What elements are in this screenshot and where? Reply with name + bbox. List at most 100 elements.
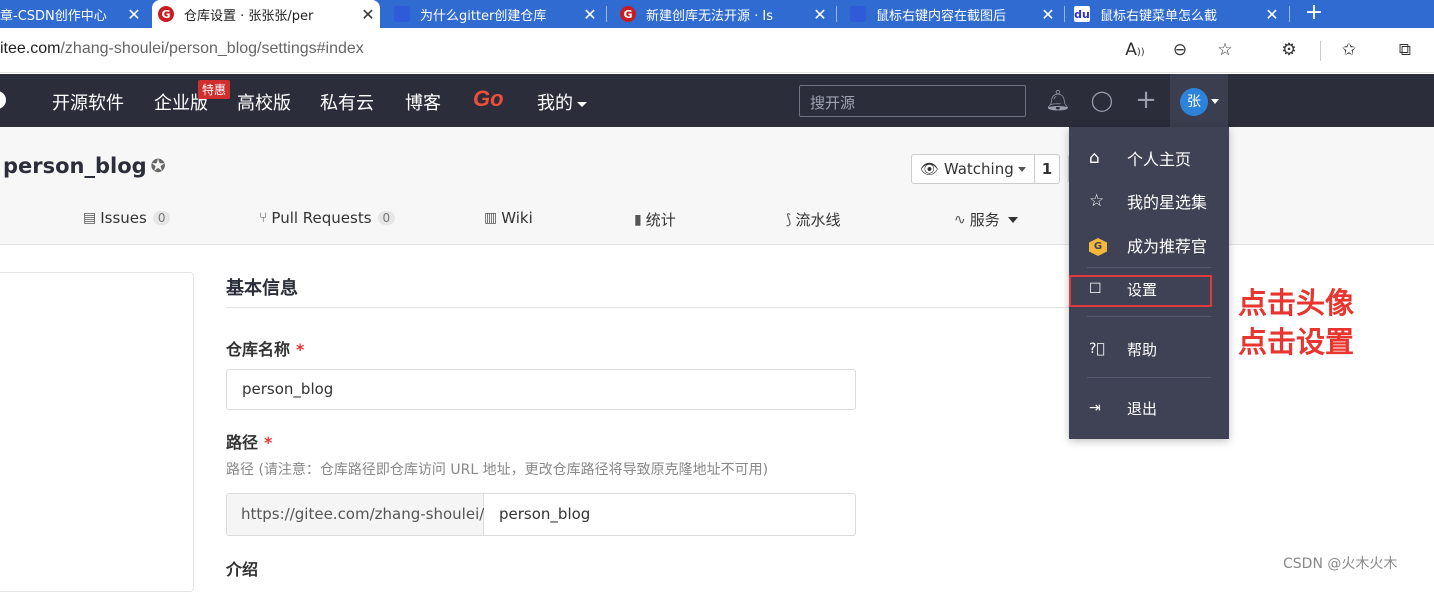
lightbulb-icon[interactable]: ◯ <box>1089 87 1115 113</box>
tab-pull-requests[interactable]: ⑂ Pull Requests 0 <box>259 209 396 227</box>
gitee-logo[interactable] <box>0 91 6 109</box>
chevron-down-icon <box>577 101 587 107</box>
menu-divider <box>1087 267 1211 268</box>
menu-item-stars[interactable]: ☆ 我的星选集 <box>1069 184 1229 218</box>
blue-page-icon <box>850 6 866 22</box>
collections-icon[interactable]: ⧉ <box>1392 38 1418 62</box>
url-field[interactable]: itee.com/zhang-shoulei/person_blog/setti… <box>0 40 364 58</box>
browser-tab-strip: 章-CSDN创作中心 ✕ G 仓库设置 · 张张张/per ✕ 为什么gitte… <box>0 0 1434 28</box>
path-input[interactable]: person_blog <box>484 493 856 536</box>
menu-divider <box>1087 377 1211 378</box>
favorites-icon[interactable]: ✩ <box>1336 38 1362 62</box>
tab-title: 鼠标右键菜单怎么截 <box>1100 8 1218 24</box>
close-icon[interactable]: ✕ <box>1036 5 1060 24</box>
watch-count[interactable]: 1 <box>1034 154 1061 184</box>
bell-icon[interactable]: 🔔︎ <box>1045 87 1071 113</box>
nav-go[interactable]: Go <box>473 86 504 112</box>
nav-education[interactable]: 高校版 <box>237 89 291 115</box>
browser-tab-gitter[interactable]: 为什么gitter创建仓库 ✕ <box>388 0 602 28</box>
count-badge: 0 <box>377 211 396 225</box>
repo-name-label: 仓库名称 * <box>226 336 304 360</box>
close-icon[interactable]: ✕ <box>1260 5 1284 24</box>
tab-title: 仓库设置 · 张张张/per <box>184 8 314 24</box>
avatar-button[interactable]: 张 <box>1170 74 1228 127</box>
annotation-click-avatar: 点击头像 <box>1238 286 1355 320</box>
chevron-down-icon <box>1017 167 1026 172</box>
search-input[interactable]: 搜开源 <box>799 85 1026 117</box>
browser-tab-csdn[interactable]: 章-CSDN创作中心 ✕ <box>0 0 146 28</box>
label-text: 仓库名称 <box>226 340 291 359</box>
menu-label: 成为推荐官 <box>1127 237 1208 256</box>
path-prefix: https://gitee.com/zhang-shoulei/ <box>226 493 484 536</box>
tab-separator <box>836 6 837 22</box>
browser-tab-right-click[interactable]: 鼠标右键内容在截图后 ✕ <box>844 0 1060 28</box>
blue-page-icon <box>394 6 410 22</box>
read-aloud-icon[interactable]: A)) <box>1122 38 1148 62</box>
tab-wiki[interactable]: ▥ Wiki <box>484 209 533 227</box>
url-path: /zhang-shoulei/person_blog/settings#inde… <box>60 40 364 57</box>
highlight-box <box>1069 275 1212 307</box>
avatar: 张 <box>1180 88 1208 116</box>
menu-divider <box>1087 316 1211 317</box>
tab-label: Pull Requests <box>271 209 372 227</box>
tab-separator <box>1064 6 1065 22</box>
label-text: 路径 <box>226 433 259 452</box>
gitee-icon: G <box>158 6 174 22</box>
hexagon-icon: G <box>1069 234 1127 256</box>
menu-label: 退出 <box>1127 399 1158 418</box>
add-favorite-icon[interactable]: ☆ <box>1212 38 1238 62</box>
extensions-icon[interactable]: ⚙ <box>1276 38 1302 62</box>
tab-title: 新建创库无法开源 · Is <box>646 8 774 24</box>
zoom-icon[interactable]: ⊖ <box>1167 38 1193 62</box>
toolbar-divider <box>1320 41 1321 61</box>
repo-name-input[interactable]: person_blog <box>226 369 856 410</box>
watermark: CSDN @火木火木 <box>1283 556 1398 572</box>
tab-issues[interactable]: ▤ Issues 0 <box>83 209 171 227</box>
nav-mine[interactable]: 我的 <box>537 89 587 115</box>
service-icon: ∿ <box>954 211 966 228</box>
gitee-top-nav: 开源软件 企业版 特惠 高校版 私有云 博客 Go 我的 搜开源 🔔︎ ◯ + … <box>0 74 1434 127</box>
new-tab-button[interactable]: + <box>1300 0 1328 28</box>
browser-tab-repo-settings[interactable]: G 仓库设置 · 张张张/per ✕ <box>152 0 380 28</box>
help-icon: ?⃝ <box>1089 341 1105 357</box>
tab-pipeline[interactable]: ⟆ 流水线 <box>786 209 840 230</box>
tab-stats[interactable]: ▮ 统计 <box>634 209 676 230</box>
close-icon[interactable]: ✕ <box>578 5 602 24</box>
close-icon[interactable]: ✕ <box>808 5 832 24</box>
watch-label: Watching <box>943 160 1014 178</box>
nav-open-source[interactable]: 开源软件 <box>52 89 124 115</box>
tab-label: Issues <box>100 209 147 227</box>
address-bar: itee.com/zhang-shoulei/person_blog/setti… <box>0 28 1434 73</box>
home-icon: ⌂ <box>1089 148 1100 168</box>
browser-tab-right-menu[interactable]: du 鼠标右键菜单怎么截 ✕ <box>1068 0 1284 28</box>
annotation-click-settings: 点击设置 <box>1238 325 1355 359</box>
nav-blog[interactable]: 博客 <box>405 89 441 115</box>
close-icon[interactable]: ✕ <box>122 5 146 24</box>
menu-label: 帮助 <box>1127 340 1158 359</box>
settings-sidebar <box>0 272 194 592</box>
path-hint: 路径 (请注意：仓库路径即仓库访问 URL 地址，更改仓库路径将导致原克隆地址不… <box>226 462 769 478</box>
menu-item-recommender[interactable]: G 成为推荐官 <box>1069 228 1229 262</box>
award-icon[interactable]: ✪ <box>147 156 169 178</box>
menu-item-logout[interactable]: ⇥ 退出 <box>1069 391 1229 425</box>
browser-tab-issue[interactable]: G 新建创库无法开源 · Is ✕ <box>614 0 832 28</box>
menu-label: 我的星选集 <box>1127 193 1208 212</box>
path-label: 路径 * <box>226 429 272 453</box>
section-divider <box>226 307 1136 308</box>
close-icon[interactable]: ✕ <box>356 5 380 24</box>
pipeline-icon: ⟆ <box>786 211 792 228</box>
menu-item-help[interactable]: ?⃝ 帮助 <box>1069 332 1229 366</box>
watch-group: 👁︎ Watching 1 ☆ <box>911 154 1095 184</box>
required-mark: * <box>296 340 305 359</box>
menu-label: 个人主页 <box>1127 150 1192 169</box>
nav-private-cloud[interactable]: 私有云 <box>320 89 374 115</box>
stats-icon: ▮ <box>634 211 642 228</box>
tab-service[interactable]: ∿ 服务 <box>954 209 1018 230</box>
repo-name[interactable]: person_blog <box>3 154 147 178</box>
tab-separator <box>606 6 607 22</box>
pr-icon: ⑂ <box>259 210 268 226</box>
promo-badge: 特惠 <box>198 80 231 99</box>
menu-item-profile[interactable]: ⌂ 个人主页 <box>1069 141 1229 175</box>
watch-button[interactable]: 👁︎ Watching <box>911 154 1035 184</box>
plus-icon[interactable]: + <box>1133 87 1159 113</box>
